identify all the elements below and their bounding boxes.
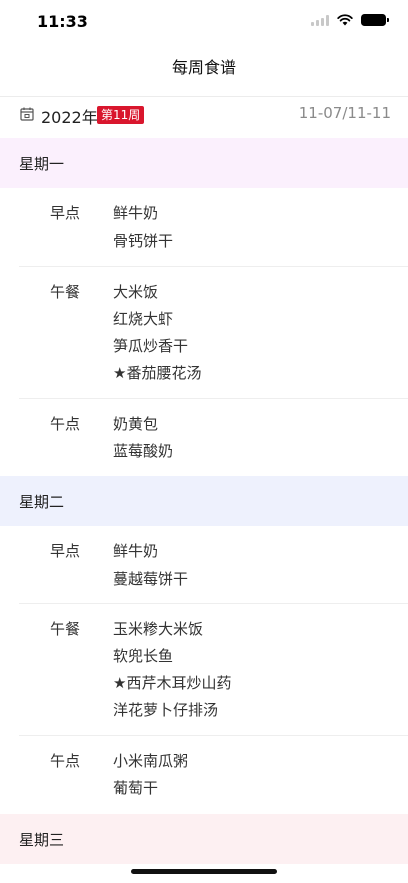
week-header[interactable]: 2022年 第11周 11-07/11-11 xyxy=(0,96,408,132)
dish-item: 大米饭 xyxy=(113,283,159,301)
dish-item: 蔓越莓饼干 xyxy=(113,570,189,588)
meal-row-lunch: 午餐 玉米糁大米饭 软兜长鱼 ★西芹木耳炒山药 洋花萝卜仔排汤 xyxy=(0,604,408,735)
dish-item: 鲜牛奶 xyxy=(113,204,159,222)
meal-label: 午点 xyxy=(50,752,81,770)
week-date-range: 11-07/11-11 xyxy=(298,104,391,122)
day-title: 星期一 xyxy=(19,155,65,173)
status-bar: 11:33 xyxy=(0,0,408,44)
dish-item: 小米南瓜粥 xyxy=(113,752,189,770)
page-title: 每周食谱 xyxy=(171,58,236,77)
week-number-badge: 第11周 xyxy=(97,106,145,124)
day-title: 星期三 xyxy=(19,831,65,849)
dish-item: 玉米糁大米饭 xyxy=(113,620,204,638)
meal-label: 早点 xyxy=(50,542,81,560)
dish-item: 红烧大虾 xyxy=(113,310,174,328)
dish-item: 笋瓜炒香干 xyxy=(113,337,189,355)
dish-item: 奶黄包 xyxy=(113,415,159,433)
meal-row-afternoon-snack: 午点 小米南瓜粥 葡萄干 xyxy=(0,736,408,814)
dish-item: 葡萄干 xyxy=(113,779,159,797)
status-icons xyxy=(311,14,389,26)
meal-label: 早点 xyxy=(50,204,81,222)
week-year: 2022年 xyxy=(41,108,98,127)
wifi-icon xyxy=(337,14,353,26)
dish-item: 鲜牛奶 xyxy=(113,542,159,560)
battery-icon xyxy=(361,14,389,26)
dish-item: 软兜长鱼 xyxy=(113,647,174,665)
meal-label: 午餐 xyxy=(50,620,81,638)
dish-item: 洋花萝卜仔排汤 xyxy=(113,701,219,719)
meal-row-breakfast: 早点 鲜牛奶 蔓越莓饼干 xyxy=(0,526,408,603)
day-header-wednesday: 星期三 xyxy=(0,814,408,864)
meal-row-lunch: 午餐 大米饭 红烧大虾 笋瓜炒香干 ★番茄腰花汤 xyxy=(0,267,408,398)
status-time: 11:33 xyxy=(37,12,88,31)
dish-item: ★西芹木耳炒山药 xyxy=(113,674,232,692)
dish-item: 骨钙饼干 xyxy=(113,232,174,250)
meal-row-afternoon-snack: 午点 奶黄包 蓝莓酸奶 xyxy=(0,399,408,476)
meal-row-breakfast: 早点 鲜牛奶 骨钙饼干 xyxy=(0,188,408,266)
calendar-icon xyxy=(20,107,34,121)
screen: 11:33 每周食谱 2022年 第11周 11-07/11-11 星期一 早点… xyxy=(0,0,408,883)
dish-item: ★番茄腰花汤 xyxy=(113,364,202,382)
dish-item: 蓝莓酸奶 xyxy=(113,442,174,460)
meal-label: 午点 xyxy=(50,415,81,433)
day-header-tuesday: 星期二 xyxy=(0,476,408,526)
day-header-monday: 星期一 xyxy=(0,138,408,188)
day-title: 星期二 xyxy=(19,493,65,511)
meal-label: 午餐 xyxy=(50,283,81,301)
home-indicator[interactable] xyxy=(131,869,277,874)
cellular-signal-icon xyxy=(311,14,329,26)
